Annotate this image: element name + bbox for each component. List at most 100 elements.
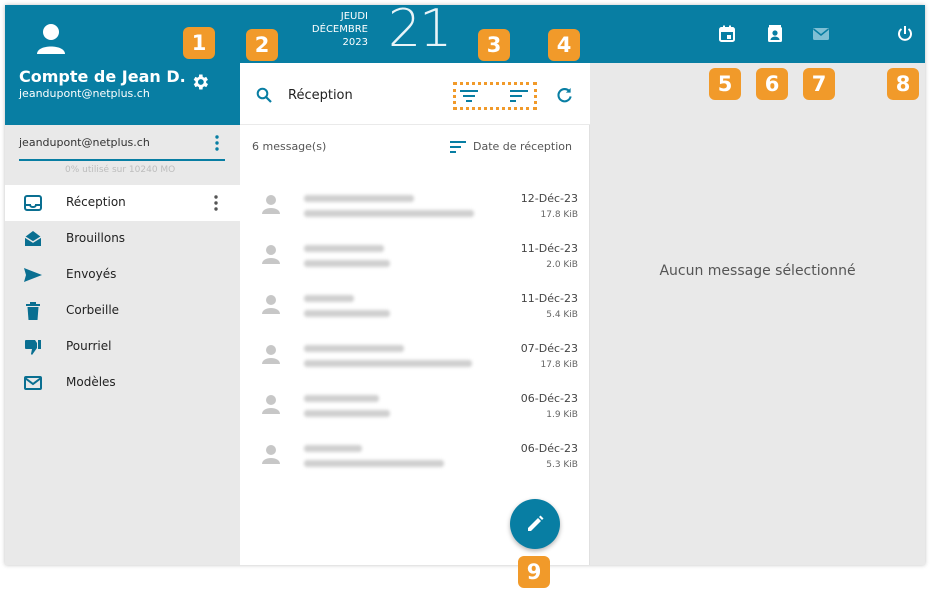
blurred-subject (304, 310, 390, 317)
message-size: 2.0 KiB (546, 260, 578, 270)
trash-icon (26, 302, 40, 320)
compose-button[interactable] (510, 499, 560, 549)
search-icon[interactable] (256, 87, 272, 103)
message-date: 11-Déc-23 (520, 242, 578, 255)
inbox-icon (24, 195, 42, 211)
folder-templates[interactable]: Modèles (5, 365, 240, 401)
account-address: jeandupont@netplus.ch (19, 136, 150, 149)
callout-badge: 8 (887, 68, 919, 100)
callout-badge: 4 (548, 29, 580, 61)
message-size: 17.8 KiB (540, 360, 578, 370)
account-selector[interactable]: jeandupont@netplus.ch (19, 133, 225, 161)
blurred-sender (304, 445, 362, 452)
blurred-sender (304, 295, 354, 302)
list-item[interactable]: 11-Déc-23 5.4 KiB (240, 280, 590, 330)
message-size: 5.3 KiB (546, 460, 578, 470)
message-date: 11-Déc-23 (520, 292, 578, 305)
callout-badge: 9 (518, 556, 550, 588)
avatar-icon (262, 445, 280, 464)
date-text: JEUDI DÉCEMBRE 2023 (292, 10, 368, 49)
account-header: Compte de Jean D. jeandupont@netplus.ch (5, 5, 240, 125)
top-toolbar (590, 5, 925, 63)
list-info-row: 6 message(s) Date de réception (240, 126, 590, 166)
thumb-down-icon (25, 340, 41, 355)
folder-label: Brouillons (66, 231, 126, 245)
blurred-sender (304, 395, 379, 402)
blurred-subject (304, 210, 474, 217)
folder-title: Réception (288, 88, 353, 103)
avatar-icon (262, 395, 280, 414)
folder-sent[interactable]: Envoyés (5, 257, 240, 293)
folder-label: Corbeille (66, 303, 120, 317)
more-vert-icon[interactable] (214, 195, 218, 211)
callout-badge: 5 (709, 68, 741, 100)
callout-badge: 1 (183, 27, 215, 59)
avatar-icon (262, 195, 280, 214)
message-date: 12-Déc-23 (520, 192, 578, 205)
refresh-icon[interactable] (556, 87, 573, 104)
date-year: 2023 (342, 37, 368, 48)
callout-badge: 6 (756, 68, 788, 100)
power-icon[interactable] (896, 25, 914, 43)
sort-icon[interactable] (510, 88, 528, 104)
message-size: 1.9 KiB (546, 410, 578, 420)
blurred-sender (304, 245, 384, 252)
message-list-panel: JEUDI DÉCEMBRE 2023 21 Réception 6 messa… (240, 5, 590, 565)
account-name: Compte de Jean D. (19, 67, 186, 86)
message-count: 6 message(s) (252, 140, 327, 153)
folder-inbox[interactable]: Réception (5, 185, 240, 221)
filter-icon[interactable] (460, 88, 478, 104)
message-date: 07-Déc-23 (520, 342, 578, 355)
list-item[interactable]: 06-Déc-23 1.9 KiB (240, 380, 590, 430)
date-month: DÉCEMBRE (311, 24, 368, 35)
blurred-subject (304, 260, 390, 267)
contacts-icon[interactable] (766, 25, 784, 43)
user-icon (37, 24, 65, 54)
avatar-icon (262, 345, 280, 364)
list-item[interactable]: 12-Déc-23 17.8 KiB (240, 180, 590, 230)
send-icon (24, 268, 42, 282)
folder-trash[interactable]: Corbeille (5, 293, 240, 329)
message-date: 06-Déc-23 (520, 442, 578, 455)
sidebar: Compte de Jean D. jeandupont@netplus.ch … (5, 5, 240, 565)
date-day: 21 (388, 5, 452, 59)
avatar-icon (262, 295, 280, 314)
account-email: jeandupont@netplus.ch (19, 87, 150, 100)
callout-badge: 3 (478, 29, 510, 61)
quota-text: 0% utilisé sur 10240 MO (65, 165, 176, 175)
blurred-subject (304, 360, 472, 367)
callout-badge: 7 (803, 68, 835, 100)
list-item[interactable]: 06-Déc-23 5.3 KiB (240, 430, 590, 480)
date-weekday: JEUDI (340, 11, 368, 22)
blurred-sender (304, 195, 414, 202)
pencil-icon (528, 515, 544, 531)
mail-icon[interactable] (812, 25, 830, 43)
gear-icon[interactable] (190, 72, 210, 92)
folder-drafts[interactable]: Brouillons (5, 221, 240, 257)
folder-list: Réception Brouillons Envoyés Corbeille P… (5, 185, 240, 401)
callout-badge: 2 (246, 29, 278, 61)
folder-label: Pourriel (66, 339, 112, 353)
empty-state: Aucun message sélectionné (659, 263, 856, 279)
envelope-icon (24, 376, 42, 390)
drafts-icon (24, 231, 42, 246)
message-size: 5.4 KiB (546, 310, 578, 320)
folder-label: Envoyés (66, 267, 117, 281)
message-size: 17.8 KiB (540, 210, 578, 220)
folder-label: Réception (66, 195, 126, 209)
list-item[interactable]: 07-Déc-23 17.8 KiB (240, 330, 590, 380)
list-item[interactable]: 11-Déc-23 2.0 KiB (240, 230, 590, 280)
sort-icon[interactable] (450, 141, 466, 153)
blurred-subject (304, 410, 390, 417)
blurred-sender (304, 345, 404, 352)
message-list: 12-Déc-23 17.8 KiB 11-Déc-23 2.0 KiB 11-… (240, 180, 590, 480)
blurred-subject (304, 460, 444, 467)
date-header: JEUDI DÉCEMBRE 2023 21 (240, 5, 590, 63)
folder-label: Modèles (66, 375, 116, 389)
avatar-icon (262, 245, 280, 264)
sort-label[interactable]: Date de réception (473, 140, 572, 153)
calendar-icon[interactable] (718, 25, 736, 43)
more-vert-icon[interactable] (215, 135, 219, 151)
message-date: 06-Déc-23 (520, 392, 578, 405)
folder-spam[interactable]: Pourriel (5, 329, 240, 365)
